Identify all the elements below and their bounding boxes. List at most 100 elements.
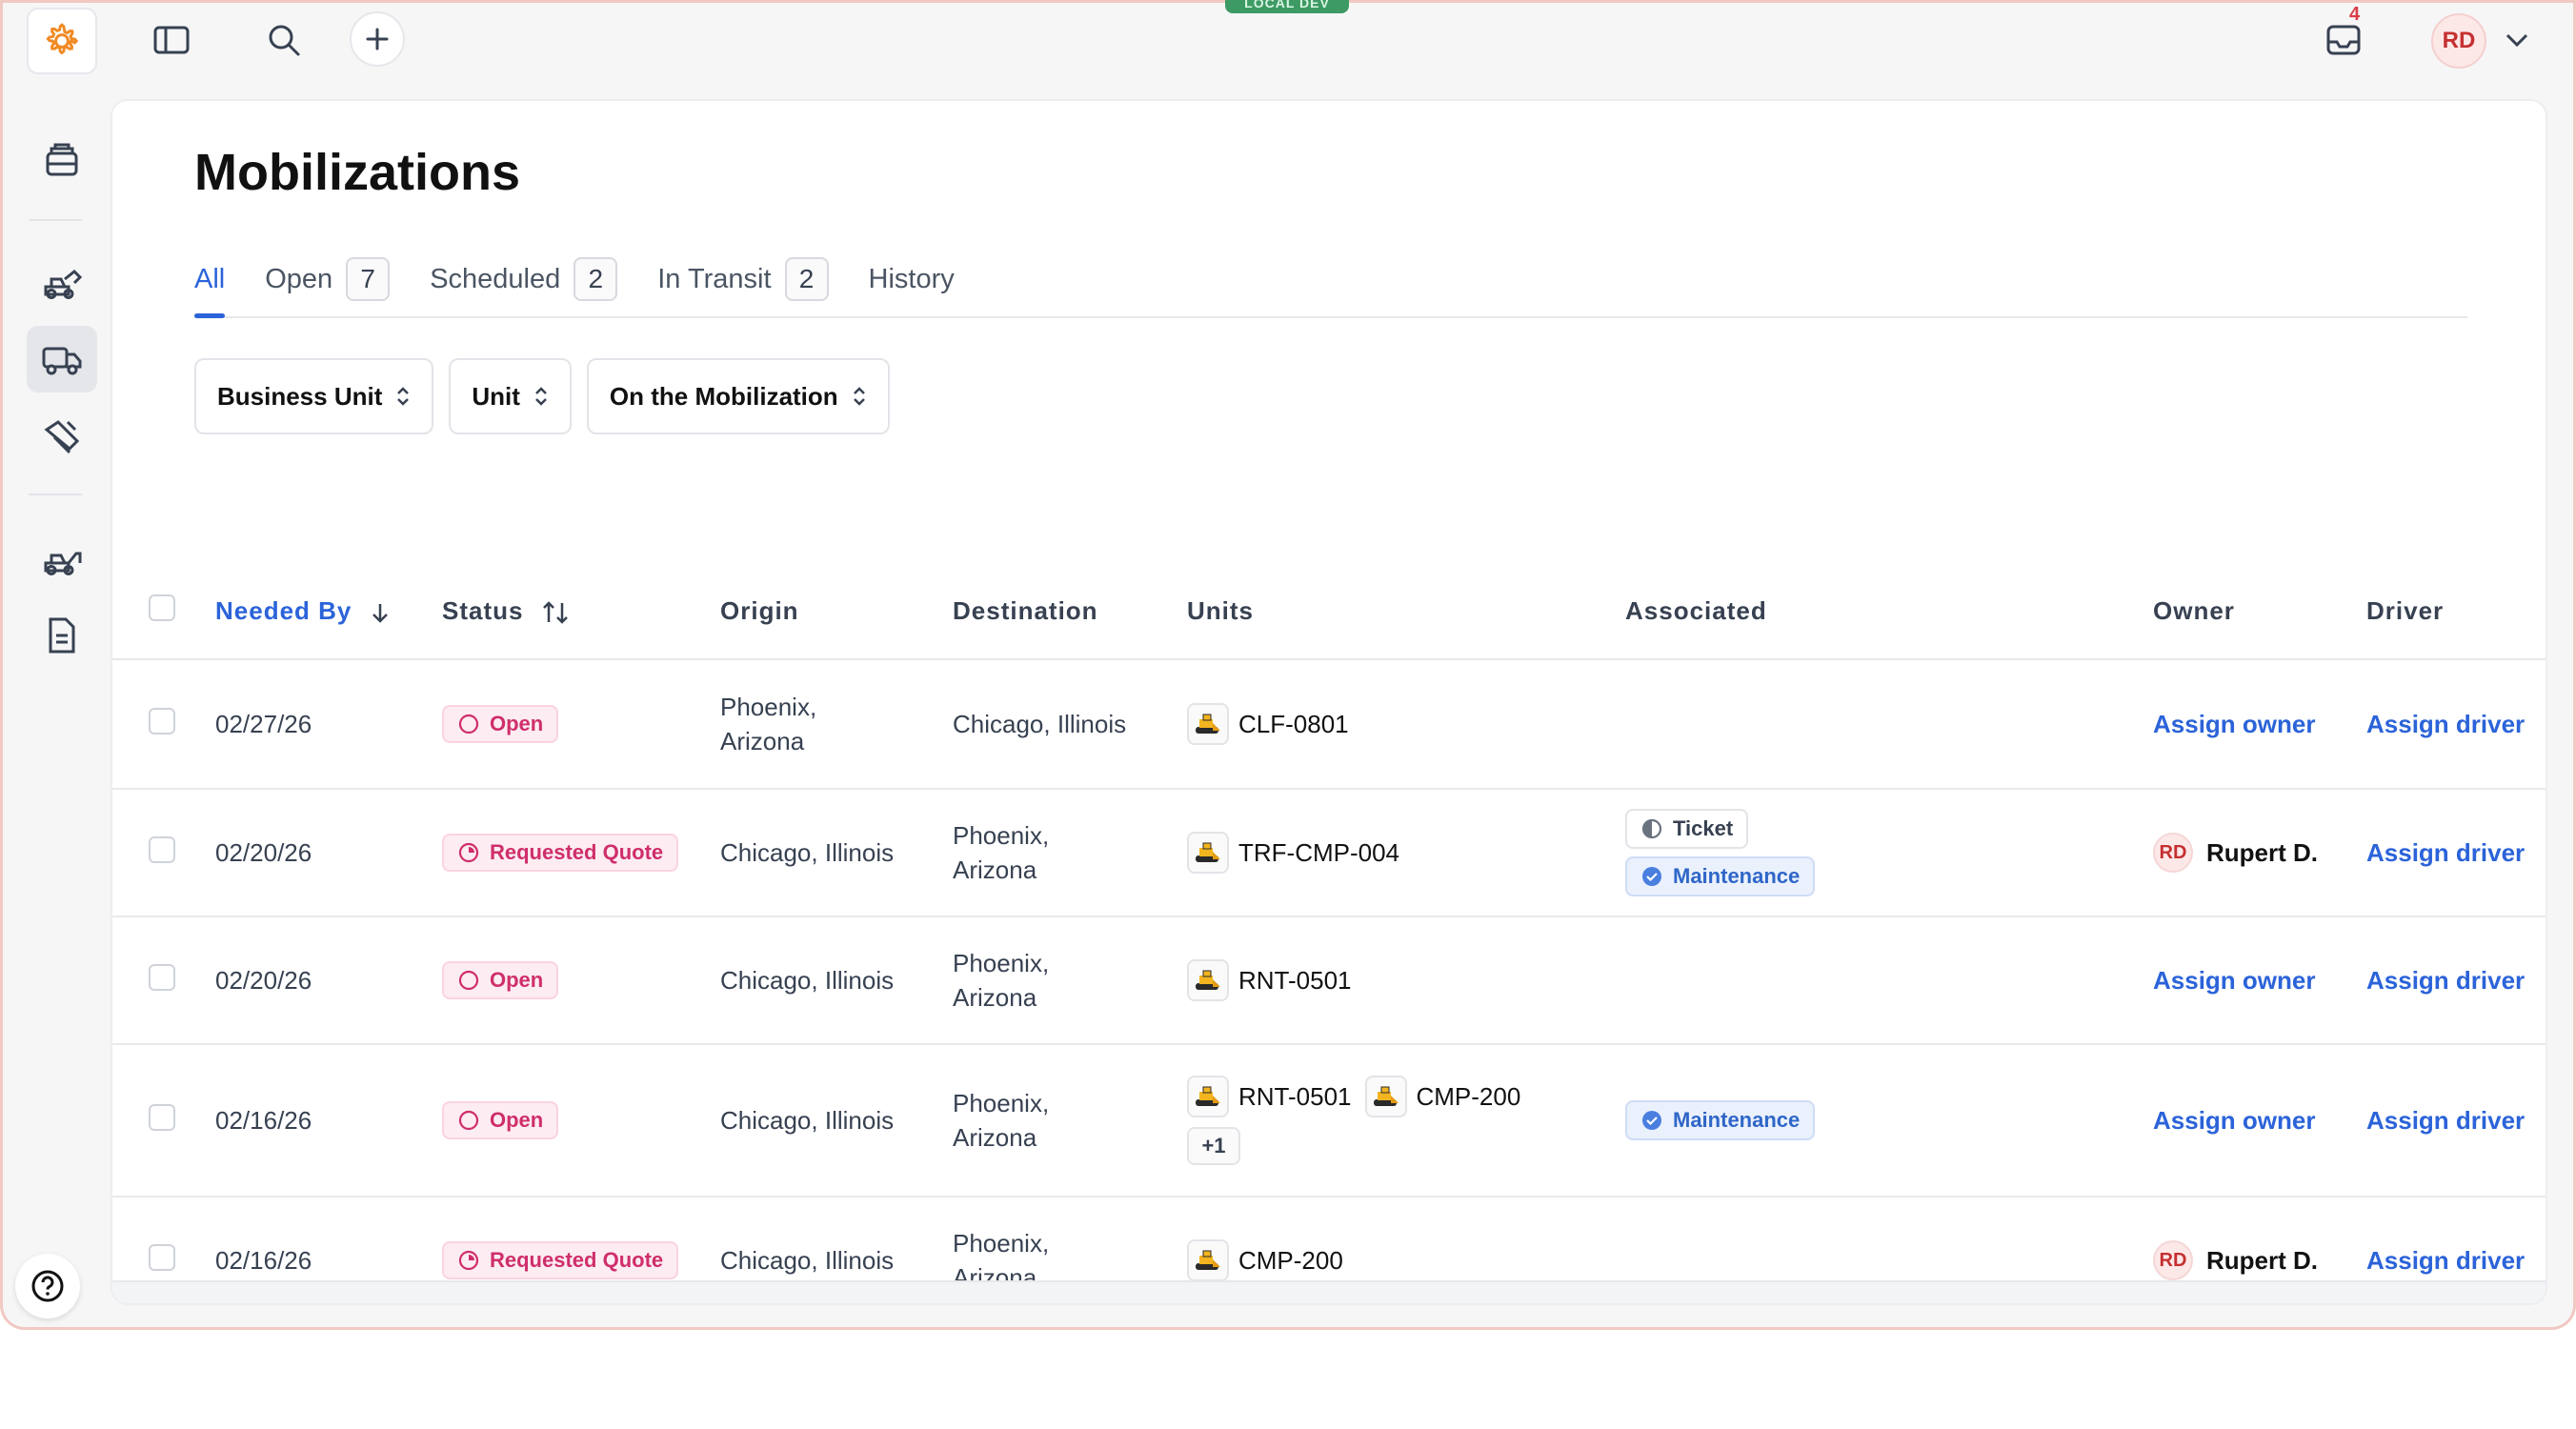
sidebar-item-mobilizations[interactable] <box>27 326 97 392</box>
excavator-icon <box>44 269 83 299</box>
origin-cell: Phoenix, Arizona <box>720 659 953 790</box>
inbox-button[interactable] <box>2315 11 2372 69</box>
associated-cell <box>1625 659 2153 790</box>
unit-chip[interactable]: RNT-0501 <box>1187 1076 1352 1117</box>
maintenance-badge[interactable]: Maintenance <box>1625 1100 1816 1140</box>
destination-text: Phoenix, Arizona <box>953 949 1050 1012</box>
bulldozer-icon <box>1196 1086 1220 1106</box>
tab-label: In Transit <box>657 263 772 294</box>
sidebar-item-tools[interactable] <box>27 402 97 469</box>
arrow-down-icon <box>372 604 388 623</box>
unit-filter[interactable]: Unit <box>449 358 572 434</box>
column-label: Owner <box>2153 596 2235 625</box>
sort-toggle-icon <box>397 387 410 406</box>
tab-open[interactable]: Open 7 <box>265 242 391 316</box>
row-checkbox[interactable] <box>149 707 175 735</box>
tab-in-transit[interactable]: In Transit 2 <box>657 242 829 316</box>
tab-label: History <box>868 263 955 294</box>
row-checkbox[interactable] <box>149 835 175 863</box>
assign-driver-link[interactable]: Assign driver <box>2366 966 2525 995</box>
unit-chip[interactable]: CMP-200 <box>1364 1076 1520 1117</box>
needed-by-cell: 02/16/26 <box>215 1044 442 1198</box>
tab-all[interactable]: All <box>194 242 226 318</box>
unit-thumbnail <box>1187 1076 1229 1117</box>
horizontal-scrollbar[interactable] <box>112 1280 2546 1303</box>
column-label: Status <box>442 596 524 625</box>
needed-by-date: 02/16/26 <box>215 1105 312 1135</box>
status-cell: Open <box>442 1044 720 1198</box>
env-badge: LOCAL DEV <box>1225 0 1349 13</box>
row-checkbox[interactable] <box>149 1243 175 1271</box>
maintenance-badge[interactable]: Maintenance <box>1625 856 1816 896</box>
app-window: LOCAL DEV 4 RD Mobilizations All Open 7 … <box>0 0 2576 1330</box>
associated-header: Associated <box>1625 564 2153 660</box>
business-unit-filter[interactable]: Business Unit <box>194 358 434 434</box>
destination-text: Phoenix, Arizona <box>953 821 1050 884</box>
badge-label: Maintenance <box>1673 864 1801 888</box>
status-label: Requested Quote <box>490 1248 664 1272</box>
needed-by-date: 02/20/26 <box>215 965 312 995</box>
row-checkbox[interactable] <box>149 1103 175 1131</box>
unit-chip[interactable]: RNT-0501 <box>1187 959 1352 1001</box>
assign-driver-link[interactable]: Assign driver <box>2366 710 2525 738</box>
table-row[interactable]: 02/20/26 Requested Quote Chicago, Illinois… <box>112 789 2546 917</box>
search-button[interactable] <box>255 11 312 69</box>
associated-list: Ticket Maintenance <box>1625 805 1949 900</box>
sidebar-toggle-button[interactable] <box>143 11 200 69</box>
on-mobilization-filter[interactable]: On the Mobilization <box>586 358 890 434</box>
table-row[interactable]: 02/16/26 Open Chicago, Illinois Phoenix, Ar… <box>112 1044 2546 1198</box>
user-menu-chevron[interactable] <box>2488 11 2546 69</box>
app-logo[interactable] <box>27 8 97 74</box>
assign-owner-link[interactable]: Assign owner <box>2153 966 2315 995</box>
units-list: RNT-0501 <box>1187 959 1625 1001</box>
create-button[interactable] <box>350 11 405 67</box>
sidebar-item-fleet[interactable] <box>27 526 97 593</box>
ticket-badge[interactable]: Ticket <box>1625 809 1749 849</box>
check-circle-icon <box>1642 867 1661 886</box>
select-all-checkbox[interactable] <box>149 594 175 621</box>
table-row[interactable]: 02/20/26 Open Chicago, Illinois Phoenix, Ar… <box>112 916 2546 1045</box>
assign-driver-link[interactable]: Assign driver <box>2366 1246 2525 1275</box>
select-cell <box>112 1044 215 1198</box>
status-cell: Requested Quote <box>442 789 720 917</box>
unit-chip[interactable]: CLF-0801 <box>1187 703 1349 745</box>
owner-chip[interactable]: RD Rupert D. <box>2153 833 2318 873</box>
row-checkbox[interactable] <box>149 963 175 991</box>
hammer-wrench-icon <box>44 420 80 454</box>
sidebar-item-inventory[interactable] <box>27 126 97 192</box>
user-avatar[interactable]: RD <box>2431 13 2486 69</box>
sidebar-item-documents[interactable] <box>27 602 97 669</box>
destination-cell: Chicago, Illinois <box>953 659 1187 790</box>
tab-scheduled[interactable]: Scheduled 2 <box>430 242 618 316</box>
document-icon <box>49 617 75 654</box>
status-cell: Open <box>442 659 720 790</box>
unit-chip[interactable]: TRF-CMP-004 <box>1187 832 1399 874</box>
bulldozer-icon <box>1196 714 1220 734</box>
unit-thumbnail <box>1364 1076 1407 1117</box>
chevron-down-icon <box>2506 33 2528 48</box>
status-header[interactable]: Status <box>442 564 720 660</box>
bulldozer-icon <box>1373 1086 1399 1106</box>
assign-owner-link[interactable]: Assign owner <box>2153 710 2315 738</box>
more-units-badge[interactable]: +1 <box>1187 1127 1240 1165</box>
select-cell <box>112 916 215 1045</box>
storage-icon <box>46 143 78 176</box>
badge-label: Maintenance <box>1673 1108 1801 1132</box>
help-button[interactable] <box>15 1254 80 1318</box>
table-row[interactable]: 02/27/26 Open Phoenix, Arizona Chicago, Ill… <box>112 659 2546 790</box>
check-circle-icon <box>1642 1111 1661 1130</box>
unit-chip[interactable]: CMP-200 <box>1187 1239 1343 1281</box>
assign-driver-link[interactable]: Assign driver <box>2366 838 2525 867</box>
sidebar-item-equipment[interactable] <box>27 250 97 316</box>
unit-label: RNT-0501 <box>1238 965 1352 995</box>
assign-driver-link[interactable]: Assign driver <box>2366 1106 2525 1135</box>
units-list: TRF-CMP-004 <box>1187 832 1625 874</box>
tab-history[interactable]: History <box>869 242 955 316</box>
needed-by-header[interactable]: Needed By <box>215 564 442 660</box>
assign-owner-link[interactable]: Assign owner <box>2153 1106 2315 1135</box>
page-title: Mobilizations <box>194 144 520 201</box>
needed-by-date: 02/16/26 <box>215 1245 312 1275</box>
column-label: Origin <box>720 596 799 625</box>
owner-avatar: RD <box>2153 1240 2193 1280</box>
owner-chip[interactable]: RD Rupert D. <box>2153 1240 2318 1280</box>
